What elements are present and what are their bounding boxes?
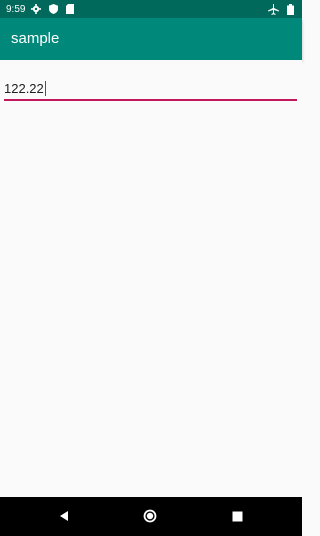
input-value[interactable]: 122.22 xyxy=(4,81,44,96)
shield-icon xyxy=(47,3,59,15)
gear-icon xyxy=(30,3,42,15)
main-content: 122.22 xyxy=(0,60,302,497)
navigation-bar xyxy=(0,497,302,536)
status-bar: 9:59 xyxy=(0,0,302,18)
status-time: 9:59 xyxy=(6,3,26,15)
app-title: sample xyxy=(11,30,60,47)
sd-card-icon xyxy=(64,3,76,15)
app-bar: sample xyxy=(0,18,302,60)
back-icon[interactable] xyxy=(56,508,72,524)
recents-icon[interactable] xyxy=(229,508,245,524)
airplane-mode-icon xyxy=(267,3,279,15)
text-cursor xyxy=(44,80,47,96)
number-input-field[interactable]: 122.22 xyxy=(4,77,297,101)
home-icon[interactable] xyxy=(142,508,158,524)
battery-icon xyxy=(284,3,296,15)
